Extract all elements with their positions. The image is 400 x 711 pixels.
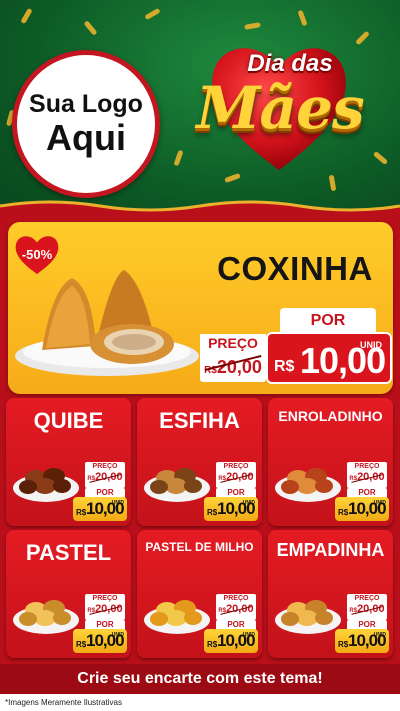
- product-image: [13, 468, 79, 502]
- logo-text-line2: Aqui: [46, 116, 126, 158]
- product-name: QUIBE: [33, 408, 104, 433]
- confetti-decoration: [20, 7, 33, 25]
- price-currency: R$: [76, 640, 87, 649]
- logo-placeholder: Sua Logo Aqui: [12, 50, 160, 198]
- price-box: R$ 10,00 UNID: [73, 497, 127, 521]
- product-name: EMPADINHA: [276, 540, 385, 560]
- unit-label: UNID: [111, 632, 124, 638]
- logo-text-line1: Sua Logo: [29, 90, 143, 119]
- confetti-decoration: [355, 30, 370, 46]
- discount-badge: -50%: [21, 247, 53, 262]
- flyer-page: Dia das Mães Sua Logo Aqui -50% COXINHA …: [0, 0, 400, 711]
- product-card-quibe[interactable]: QUIBEPREÇOR$20,00PORR$10,00UNID: [6, 398, 131, 526]
- coxinha-plate-image: [15, 270, 199, 376]
- product-card-empadinha[interactable]: EMPADINHAPREÇOR$20,00PORR$10,00UNID: [268, 530, 393, 658]
- price-box: R$ 10,00 UNID: [335, 497, 389, 521]
- featured-price-box: R$ 10,00 UNID: [266, 332, 392, 384]
- unit-label: UNID: [373, 500, 386, 506]
- product-image: [275, 468, 341, 502]
- confetti-decoration: [244, 22, 261, 30]
- old-price-label: PREÇO: [223, 463, 249, 470]
- price-currency: R$: [338, 640, 349, 649]
- price-currency: R$: [207, 508, 218, 517]
- price-box: R$ 10,00 UNID: [73, 629, 127, 653]
- confetti-decoration: [173, 149, 184, 167]
- price-box: R$ 10,00 UNID: [335, 629, 389, 653]
- price-currency: R$: [274, 358, 295, 375]
- old-price-box: PREÇOR$20,00: [85, 462, 125, 488]
- por-label: POR: [280, 308, 376, 334]
- old-price-box: PREÇOR$20,00: [216, 594, 256, 620]
- unit-label: UNID: [111, 500, 124, 506]
- unit-label: UNID: [242, 500, 255, 506]
- product-card-esfiha[interactable]: ESFIHAPREÇOR$20,00PORR$10,00UNID: [137, 398, 262, 526]
- header-banner: Dia das Mães Sua Logo Aqui: [0, 0, 400, 215]
- confetti-decoration: [372, 150, 389, 166]
- unit-label: UNID: [242, 632, 255, 638]
- old-price-box: PREÇOR$20,00: [85, 594, 125, 620]
- unit-label: UNID: [360, 340, 382, 350]
- confetti-decoration: [144, 7, 161, 21]
- cta-banner[interactable]: Crie seu encarte com este tema!: [0, 664, 400, 694]
- product-name: ENROLADINHO: [278, 408, 383, 424]
- old-price-label: PREÇO: [223, 595, 249, 602]
- product-name: ESFIHA: [159, 408, 240, 433]
- featured-product-name: COXINHA: [217, 250, 373, 287]
- price-box: R$ 10,00 UNID: [204, 497, 258, 521]
- price-currency: R$: [76, 508, 87, 517]
- price-currency: R$: [338, 508, 349, 517]
- unit-label: UNID: [373, 632, 386, 638]
- old-price-box: PREÇOR$20,00: [347, 462, 387, 488]
- product-image: [275, 600, 341, 634]
- banner-title-line2: Mães: [196, 74, 364, 142]
- disclaimer-text: *Imagens Meramente Ilustrativas: [0, 694, 400, 711]
- old-price-label: PREÇO: [92, 463, 118, 470]
- product-card-pastel-de-milho[interactable]: PASTEL DE MILHOPREÇOR$20,00PORR$10,00UNI…: [137, 530, 262, 658]
- old-price-label: PREÇO: [354, 595, 380, 602]
- header-wave-divider: [0, 200, 400, 222]
- confetti-decoration: [83, 20, 98, 36]
- product-card-pastel[interactable]: PASTELPREÇOR$20,00PORR$10,00UNID: [6, 530, 131, 658]
- old-price-box: PREÇOR$20,00: [347, 594, 387, 620]
- old-price-label: PREÇO: [354, 463, 380, 470]
- product-card-enroladinho[interactable]: ENROLADINHOPREÇOR$20,00PORR$10,00UNID: [268, 398, 393, 526]
- price-box: R$ 10,00 UNID: [204, 629, 258, 653]
- old-price-label: PREÇO: [200, 334, 266, 353]
- product-image: [144, 468, 210, 502]
- product-image: [144, 600, 210, 634]
- product-name: PASTEL DE MILHO: [145, 540, 254, 554]
- old-price-label: PREÇO: [92, 595, 118, 602]
- product-name: PASTEL: [25, 540, 112, 565]
- price-currency: R$: [207, 640, 218, 649]
- confetti-decoration: [297, 9, 308, 27]
- old-price-box: PREÇOR$20,00: [216, 462, 256, 488]
- product-image: [13, 600, 79, 634]
